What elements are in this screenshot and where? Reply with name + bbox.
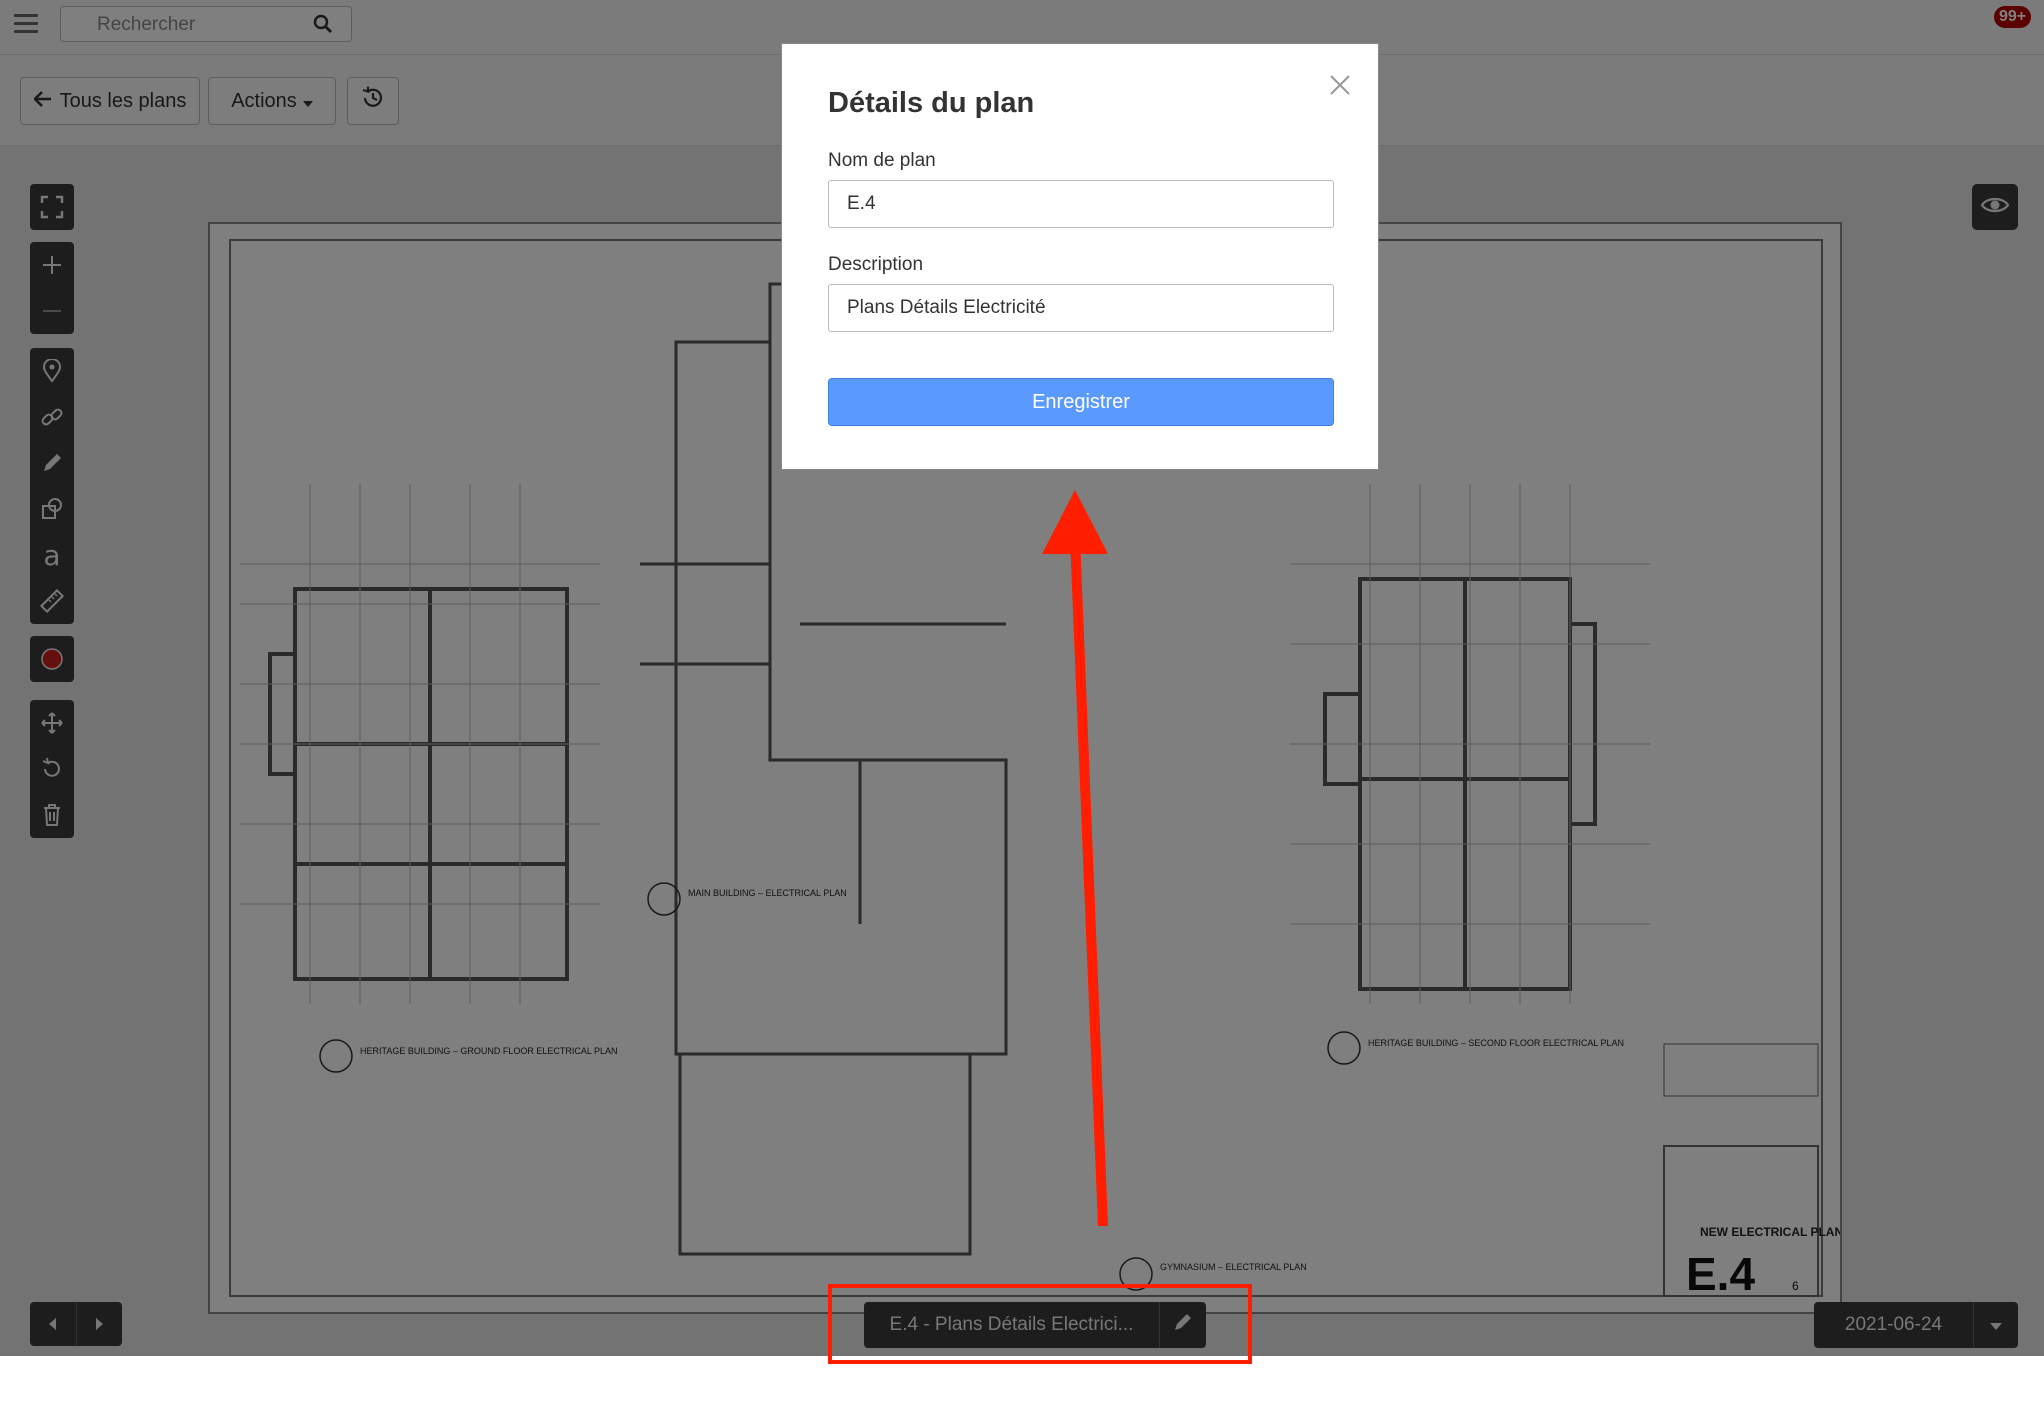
plan-name-input[interactable]: E.4 [828,180,1334,228]
save-button[interactable]: Enregistrer [828,378,1334,426]
annotation-highlight-box [828,1284,1252,1364]
description-input[interactable]: Plans Détails Electricité [828,284,1334,332]
modal-title: Détails du plan [828,87,1035,119]
description-label: Description [828,254,924,275]
plan-name-label: Nom de plan [828,150,936,171]
plan-details-modal: Détails du plan Nom de plan E.4 Descript… [781,43,1379,470]
close-icon[interactable] [1329,69,1351,101]
